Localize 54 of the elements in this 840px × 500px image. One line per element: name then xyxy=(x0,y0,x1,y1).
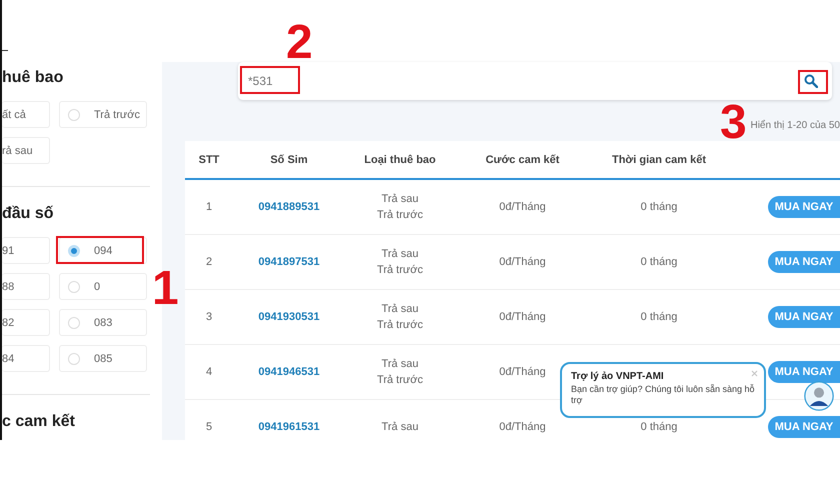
column-header: Cước cam kết xyxy=(484,154,560,166)
radio-option[interactable]: 083 xyxy=(59,309,147,336)
table-cell: 0đ/Tháng xyxy=(499,421,546,433)
table-cell: 0 tháng xyxy=(640,256,678,268)
radio-option[interactable]: rả sau xyxy=(2,137,50,164)
highlight-frame xyxy=(798,70,828,94)
table-cell: 0đ/Tháng xyxy=(499,366,546,378)
radio-option[interactable]: ất cả xyxy=(2,101,50,128)
radio-option[interactable]: 085 xyxy=(59,345,147,372)
filter-heading: huê bao xyxy=(2,69,64,87)
radio-option[interactable]: 84 xyxy=(2,345,50,372)
search-field[interactable]: *531 xyxy=(238,62,832,100)
table-cell: 2 xyxy=(206,256,212,268)
radio-option[interactable]: 094 xyxy=(59,237,147,264)
sim-number-link[interactable]: 0941930531 xyxy=(258,311,320,323)
filter-heading: đầu số xyxy=(2,205,55,223)
table-cell-text: Trả sau Trả trước xyxy=(377,357,423,388)
table-cell: 0 tháng xyxy=(640,421,678,433)
table-cell: 4 xyxy=(206,366,212,378)
column-header: Loại thuê bao xyxy=(363,154,437,166)
sim-number-link[interactable]: 0941897531 xyxy=(258,256,320,268)
column-header: Số Sim xyxy=(269,154,309,166)
sim-number-link[interactable]: 0941946531 xyxy=(258,366,320,378)
radio-option[interactable]: 88 xyxy=(2,273,50,300)
search-icon[interactable] xyxy=(804,74,818,88)
table-cell: 1 xyxy=(206,201,212,213)
table-cell-text: Trả sau Trả trước xyxy=(377,247,423,278)
radio-option[interactable]: 0 xyxy=(59,273,147,300)
avatar-icon[interactable] xyxy=(804,381,834,411)
table-cell: 0đ/Tháng xyxy=(499,201,546,213)
radio-option[interactable]: 82 xyxy=(2,309,50,336)
table-cell: 0đ/Tháng xyxy=(499,311,546,323)
table-cell: 0đ/Tháng xyxy=(499,256,546,268)
table-cell-text: Trả sau Trả trước xyxy=(377,302,423,333)
column-header: STT xyxy=(198,154,220,166)
table-cell-text: Trả sau xyxy=(382,420,418,435)
step-number: 2 xyxy=(286,24,313,62)
filter-heading: c cam kết xyxy=(2,413,76,431)
table-cell: 0 tháng xyxy=(640,201,678,213)
step-number: 3 xyxy=(720,104,747,142)
sim-number-link[interactable]: 0941961531 xyxy=(258,421,320,433)
table-cell: 3 xyxy=(206,311,212,323)
table-cell-text: Trả sau Trả trước xyxy=(377,192,423,223)
table-cell: 5 xyxy=(206,421,212,433)
radio-option[interactable]: 91 xyxy=(2,237,50,264)
chat-title: Trợ lý ảo VNPT-AMI xyxy=(571,371,665,382)
radio-option[interactable]: Trả trước xyxy=(59,101,147,128)
highlight-frame xyxy=(240,66,300,94)
step-number: 1 xyxy=(152,270,179,308)
result-count: Hiển thị 1-20 của 50 xyxy=(750,120,840,131)
table-cell: 0 tháng xyxy=(640,311,678,323)
chat-message: Bạn cần trợ giúp? Chúng tôi luôn sẵn sàng hỗ trợ xyxy=(571,384,755,406)
column-header: Thời gian cam kết xyxy=(610,154,707,166)
sim-number-link[interactable]: 0941889531 xyxy=(258,201,320,213)
